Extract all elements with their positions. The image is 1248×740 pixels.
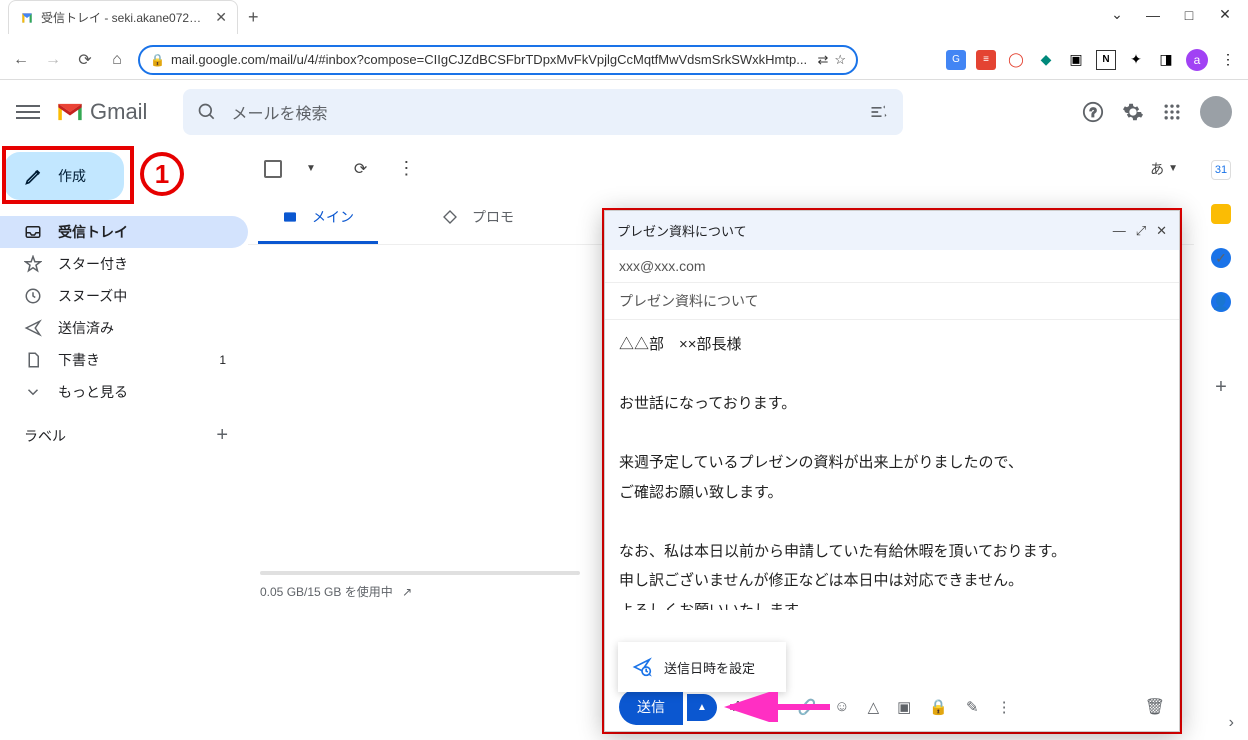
new-tab-button[interactable]: + (248, 7, 259, 28)
contacts-icon[interactable]: 👤 (1211, 292, 1231, 312)
svg-text:?: ? (1090, 106, 1097, 120)
gmail-favicon (19, 10, 35, 26)
drive-icon[interactable]: △ (868, 698, 880, 716)
lock-icon: 🔒 (150, 53, 165, 67)
compose-fullscreen-icon[interactable]: ⤢ (1136, 223, 1146, 239)
search-placeholder: メールを検索 (231, 100, 327, 124)
tab-close-icon[interactable]: ✕ (215, 9, 227, 26)
ext-notion-icon[interactable]: N (1096, 50, 1116, 70)
sidebar: 作成 1 受信トレイ スター付き スヌーズ中 送信済み (0, 144, 248, 740)
compose-titlebar[interactable]: プレゼン資料について — ⤢ ✕ (605, 211, 1179, 250)
compose-body[interactable]: △△部 ××部長様 お世話になっております。 来週予定しているプレゼンの資料が出… (605, 320, 1179, 610)
discard-draft-icon[interactable]: 🗑 (1145, 697, 1165, 717)
refresh-icon[interactable]: ⟳ (354, 159, 367, 179)
ext-square-icon[interactable]: ▣ (1066, 50, 1086, 70)
ext-teal-icon[interactable]: ◆ (1036, 50, 1056, 70)
addons-icon[interactable]: + (1215, 376, 1227, 399)
account-avatar[interactable] (1200, 96, 1232, 128)
select-all-caret-icon[interactable]: ▼ (306, 163, 316, 174)
browser-toolbar: ← → ⟳ ⌂ 🔒 mail.google.com/mail/u/4/#inbo… (0, 40, 1248, 80)
add-label-icon[interactable]: + (216, 424, 228, 447)
gmail-logo[interactable]: Gmail (56, 99, 147, 125)
ext-todoist-icon[interactable]: ≡ (976, 50, 996, 70)
compose-button[interactable]: 作成 (4, 152, 124, 200)
annotation-circle-1: 1 (140, 152, 184, 196)
search-input[interactable]: メールを検索 (183, 89, 903, 135)
window-caret-icon[interactable]: ⌄ (1108, 6, 1126, 23)
confidential-icon[interactable]: 🔒 (929, 698, 948, 716)
tab-title: 受信トレイ - seki.akane072@gmail (41, 9, 209, 26)
window-maximize-icon[interactable]: □ (1180, 7, 1198, 23)
settings-icon[interactable] (1122, 101, 1144, 123)
more-actions-icon[interactable]: ⋮ (397, 158, 415, 179)
url-text: mail.google.com/mail/u/4/#inbox?compose=… (171, 52, 811, 67)
search-options-icon[interactable] (869, 102, 889, 122)
ext-translate-icon[interactable]: G (946, 50, 966, 70)
reload-button[interactable]: ⟳ (74, 49, 96, 71)
open-storage-icon[interactable]: ↗ (402, 585, 412, 599)
send-button[interactable]: 送信 (619, 689, 683, 725)
annotation-arrow-3 (720, 692, 840, 722)
main-menu-icon[interactable] (16, 100, 40, 124)
side-panel: 31 ✓ 👤 + (1194, 144, 1248, 740)
sidepanel-toggle-icon[interactable]: ◨ (1156, 50, 1176, 70)
signature-icon[interactable]: ✎ (966, 698, 979, 716)
gmail-header: Gmail メールを検索 ? (0, 80, 1248, 144)
address-bar[interactable]: 🔒 mail.google.com/mail/u/4/#inbox?compos… (138, 45, 858, 75)
translate-icon[interactable]: ⇄ (817, 52, 828, 68)
select-all-checkbox[interactable] (264, 160, 282, 178)
tab-promotions[interactable]: プロモ (418, 193, 538, 244)
keep-icon[interactable] (1211, 204, 1231, 224)
sidebar-item-snoozed[interactable]: スヌーズ中 (0, 280, 248, 312)
support-icon[interactable]: ? (1082, 101, 1104, 123)
ext-red-icon[interactable]: ◯ (1006, 50, 1026, 70)
back-button[interactable]: ← (10, 49, 32, 71)
window-close-icon[interactable]: ✕ (1216, 6, 1234, 23)
extensions-icon[interactable]: ✦ (1126, 50, 1146, 70)
side-panel-expand-icon[interactable]: › (1229, 714, 1234, 732)
sidebar-item-more[interactable]: もっと見る (0, 376, 248, 408)
image-icon[interactable]: ▣ (897, 698, 911, 716)
gmail-product-name: Gmail (90, 99, 147, 125)
browser-tab[interactable]: 受信トレイ - seki.akane072@gmail ✕ (8, 0, 238, 34)
window-titlebar: 受信トレイ - seki.akane072@gmail ✕ + ⌄ — □ ✕ (0, 0, 1248, 40)
calendar-icon[interactable]: 31 (1211, 160, 1231, 180)
compose-label: 作成 (58, 166, 86, 186)
compose-more-icon[interactable]: ⋮ (997, 698, 1012, 716)
list-toolbar: ▼ ⟳ ⋮ あ ▼ (248, 144, 1194, 193)
send-options-button[interactable]: ▲ (687, 694, 717, 721)
sidebar-item-drafts[interactable]: 下書き 1 (0, 344, 248, 376)
compose-close-icon[interactable]: ✕ (1156, 223, 1167, 239)
apps-icon[interactable] (1162, 102, 1182, 122)
compose-to-field[interactable]: xxx@xxx.com (605, 250, 1179, 283)
sidebar-item-starred[interactable]: スター付き (0, 248, 248, 280)
compose-minimize-icon[interactable]: — (1113, 223, 1126, 239)
sidebar-item-sent[interactable]: 送信済み (0, 312, 248, 344)
tab-primary[interactable]: メイン (258, 193, 378, 244)
input-tools-button[interactable]: あ ▼ (1150, 159, 1178, 179)
star-icon[interactable]: ☆ (834, 52, 846, 68)
window-minimize-icon[interactable]: — (1144, 7, 1162, 23)
chrome-menu-icon[interactable]: ⋮ (1218, 50, 1238, 70)
search-icon (197, 102, 217, 122)
profile-avatar[interactable]: a (1186, 49, 1208, 71)
schedule-send-menu-item[interactable]: 送信日時を設定 (618, 642, 786, 692)
tasks-icon[interactable]: ✓ (1211, 248, 1231, 268)
home-button[interactable]: ⌂ (106, 49, 128, 71)
sidebar-item-inbox[interactable]: 受信トレイ (0, 216, 248, 248)
forward-button[interactable]: → (42, 49, 64, 71)
labels-header: ラベル + (0, 408, 248, 447)
compose-subject-field[interactable]: プレゼン資料について (605, 283, 1179, 320)
